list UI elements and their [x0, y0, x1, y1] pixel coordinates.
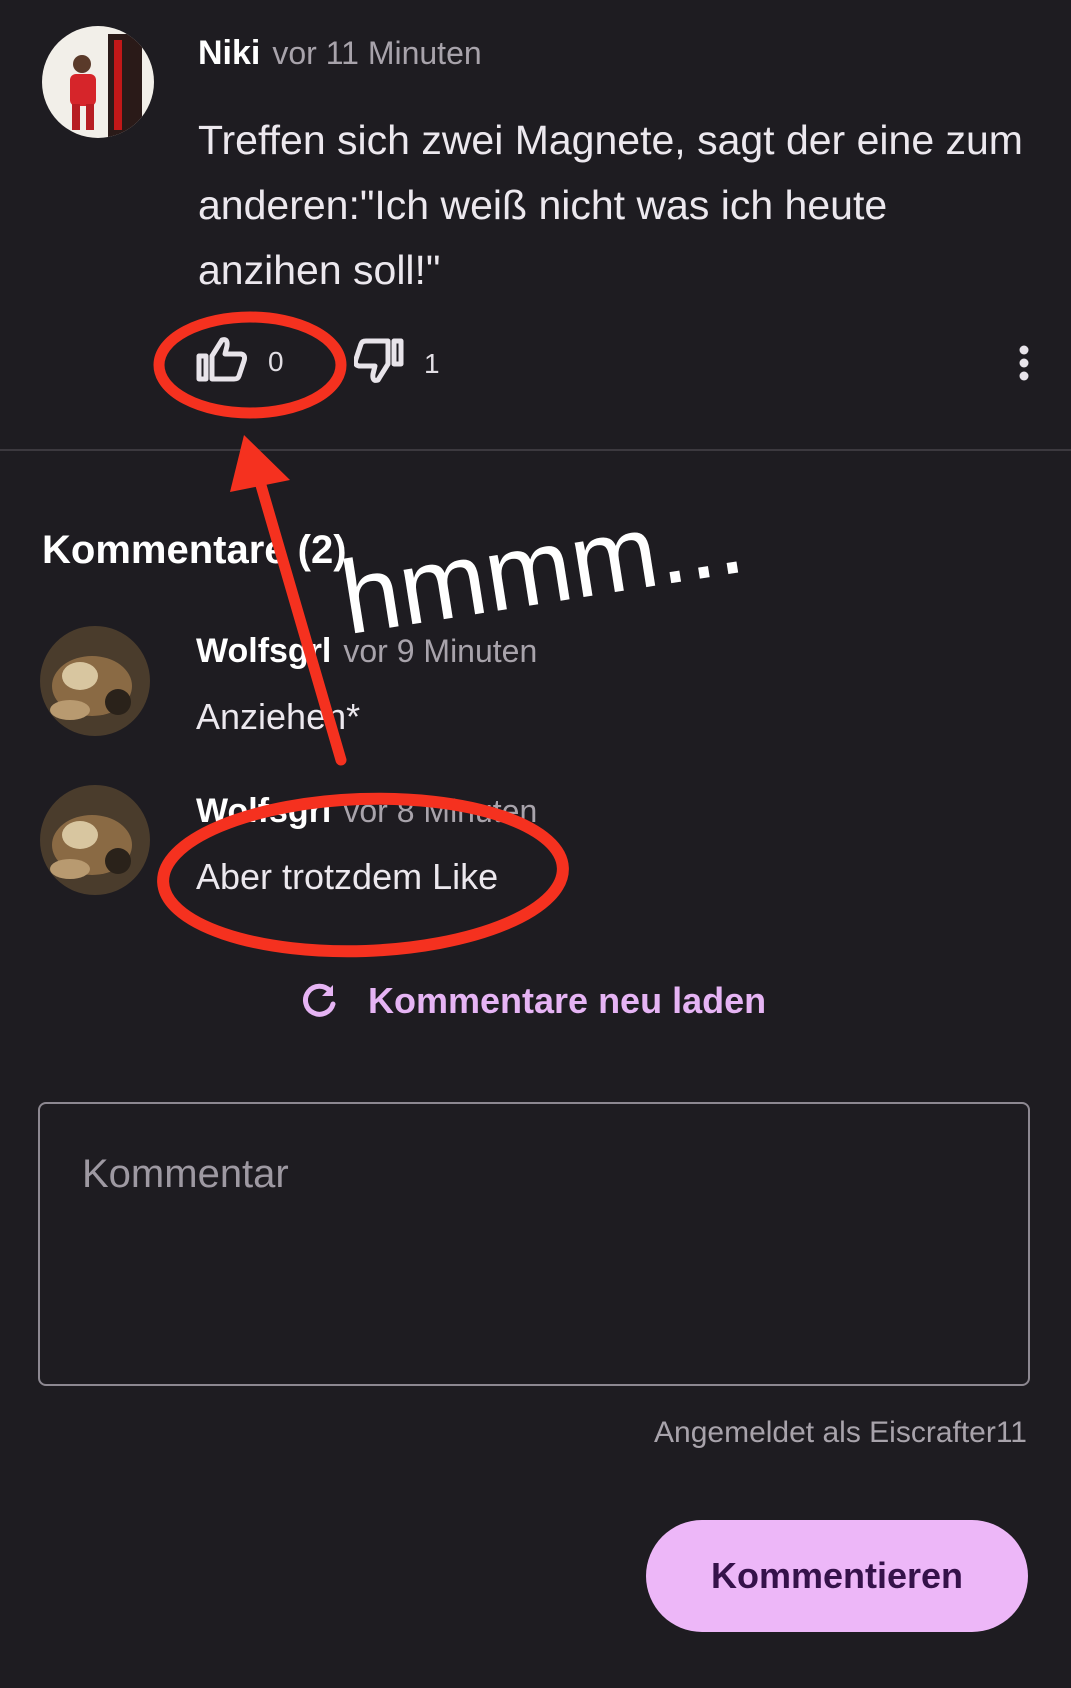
- comment-text: Anziehen*: [196, 696, 361, 737]
- post-time: vor 11 Minuten: [272, 35, 482, 71]
- dislike-button[interactable]: 1: [352, 338, 454, 389]
- comment-input[interactable]: [38, 1102, 1030, 1386]
- comment-author-name[interactable]: Wolfsgrl: [196, 632, 331, 670]
- like-count: 0: [268, 346, 284, 377]
- post-author-avatar[interactable]: [42, 26, 154, 138]
- more-options-icon[interactable]: [1012, 344, 1036, 384]
- post-author-name[interactable]: Niki: [198, 34, 260, 72]
- comment-avatar[interactable]: [40, 626, 150, 736]
- post-divider: [0, 449, 1071, 451]
- submit-comment-button[interactable]: Kommentieren: [646, 1520, 1028, 1632]
- logged-in-status: Angemeldet als Eiscrafter11: [654, 1416, 1027, 1449]
- comment-author-name[interactable]: Wolfsgrl: [196, 792, 331, 830]
- reload-comments-button[interactable]: Kommentare neu laden: [300, 980, 766, 1022]
- comment-time: vor 8 Minuten: [343, 793, 538, 829]
- thumbs-up-icon: [196, 336, 248, 387]
- refresh-icon: [300, 982, 338, 1020]
- reload-comments-label: Kommentare neu laden: [368, 980, 767, 1021]
- post-body: Treffen sich zwei Magnete, sagt der eine…: [198, 117, 1023, 293]
- comment-text: Aber trotzdem Like: [196, 856, 499, 897]
- comments-title: Kommentare (2): [42, 528, 347, 572]
- like-button[interactable]: 0: [196, 336, 296, 386]
- annotation-text: hmmm...: [333, 479, 752, 658]
- comment-header: Wolfsgrl vor 8 Minuten: [196, 792, 537, 831]
- thumbs-down-icon: [352, 338, 404, 389]
- dislike-count: 1: [424, 348, 440, 379]
- comment-avatar[interactable]: [40, 785, 150, 895]
- post-header: Niki vor 11 Minuten: [198, 34, 482, 73]
- annotation-arrow-head: [230, 435, 290, 492]
